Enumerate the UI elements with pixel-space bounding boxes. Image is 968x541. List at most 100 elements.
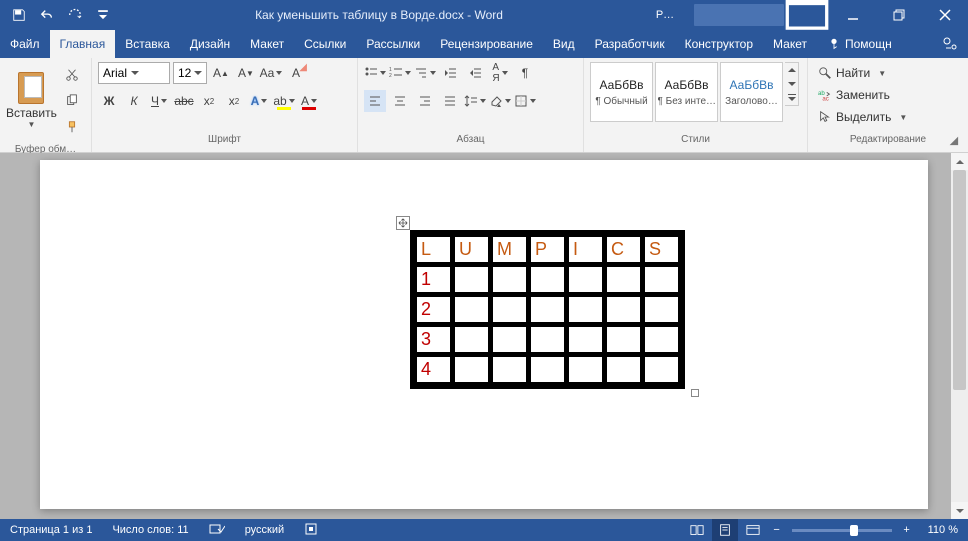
tab-view[interactable]: Вид [543,30,585,58]
table-cell[interactable] [644,356,679,383]
styles-scroll-down[interactable] [785,77,798,91]
table-cell[interactable] [644,326,679,353]
table-move-handle[interactable] [396,216,410,230]
tab-references[interactable]: Ссылки [294,30,356,58]
shrink-font-button[interactable]: A▼ [235,62,257,84]
subscript-button[interactable]: x2 [198,90,220,112]
find-button[interactable]: Найти▼ [814,62,890,84]
table-cell[interactable] [454,266,489,293]
table-row[interactable]: 3 [416,326,679,353]
table-cell[interactable]: 1 [416,266,451,293]
table-cell[interactable]: 4 [416,356,451,383]
table-header-row[interactable]: L U M P I C S [416,236,679,263]
replace-button[interactable]: abacЗаменить [814,84,894,106]
table-cell[interactable] [568,266,603,293]
table-cell[interactable] [454,296,489,323]
table-cell[interactable] [606,266,641,293]
line-spacing-button[interactable] [464,90,486,112]
table-cell[interactable] [454,356,489,383]
style-normal[interactable]: АаБбВв¶ Обычный [590,62,653,122]
style-nospacing[interactable]: АаБбВв¶ Без инте… [655,62,718,122]
zoom-slider[interactable] [792,529,892,532]
scroll-up-button[interactable] [951,153,968,170]
status-proofing-icon[interactable] [199,522,235,539]
print-layout-button[interactable] [712,519,738,541]
styles-more-button[interactable] [785,91,798,105]
tab-review[interactable]: Рецензирование [430,30,543,58]
table-cell[interactable] [568,356,603,383]
read-mode-button[interactable] [684,519,710,541]
tab-mailings[interactable]: Рассылки [356,30,430,58]
document-page[interactable]: L U M P I C S 1 2 3 4 [40,160,928,509]
tab-table-design[interactable]: Конструктор [675,30,763,58]
borders-button[interactable] [514,90,536,112]
sort-button[interactable]: АЯ [489,62,511,84]
tab-developer[interactable]: Разработчик [585,30,675,58]
underline-button[interactable]: Ч [148,90,170,112]
copy-button[interactable] [61,90,83,112]
table-cell[interactable] [606,356,641,383]
status-language[interactable]: русский [235,524,294,536]
tab-design[interactable]: Дизайн [180,30,240,58]
table-cell[interactable]: L [416,236,451,263]
format-painter-button[interactable] [61,116,83,138]
table-cell[interactable] [530,326,565,353]
table-cell[interactable] [492,266,527,293]
align-left-button[interactable] [364,90,386,112]
font-name-combo[interactable]: Arial [98,62,170,84]
table-cell[interactable] [606,296,641,323]
status-words[interactable]: Число слов: 11 [102,524,198,536]
table-cell[interactable] [644,266,679,293]
table-cell[interactable] [644,296,679,323]
select-button[interactable]: Выделить▼ [814,106,911,128]
status-macro-icon[interactable] [294,522,328,539]
tab-table-layout[interactable]: Макет [763,30,817,58]
table-cell[interactable]: P [530,236,565,263]
paste-dropdown[interactable]: ▼ [27,120,35,129]
indent-increase-button[interactable] [464,62,486,84]
font-size-combo[interactable]: 12 [173,62,207,84]
qat-customize[interactable] [90,2,116,28]
bold-button[interactable]: Ж [98,90,120,112]
paste-button[interactable]: Вставить [6,106,57,120]
zoom-out-button[interactable]: − [768,524,786,536]
table-cell[interactable]: 2 [416,296,451,323]
superscript-button[interactable]: x2 [223,90,245,112]
grow-font-button[interactable]: A▲ [210,62,232,84]
shading-button[interactable] [489,90,511,112]
table-cell[interactable]: C [606,236,641,263]
user-account[interactable]: Р… [642,0,688,30]
table-cell[interactable]: U [454,236,489,263]
tab-insert[interactable]: Вставка [115,30,180,58]
tab-layout[interactable]: Макет [240,30,294,58]
styles-scroll-up[interactable] [785,63,798,77]
justify-button[interactable] [439,90,461,112]
zoom-level[interactable]: 110 % [918,524,968,536]
table-cell[interactable] [492,356,527,383]
numbering-button[interactable]: 12 [389,62,411,84]
table-cell[interactable]: 3 [416,326,451,353]
cut-button[interactable] [61,64,83,86]
align-right-button[interactable] [414,90,436,112]
vertical-scrollbar[interactable] [951,153,968,519]
ribbon-options-button[interactable] [784,0,830,30]
table-cell[interactable] [454,326,489,353]
table-cell[interactable] [606,326,641,353]
tab-home[interactable]: Главная [50,30,116,58]
bullets-button[interactable] [364,62,386,84]
highlight-button[interactable]: ab [273,90,295,112]
undo-button[interactable] [34,2,60,28]
show-marks-button[interactable]: ¶ [514,62,536,84]
multilevel-button[interactable] [414,62,436,84]
close-button[interactable] [922,0,968,30]
share-button[interactable] [932,30,968,58]
table-row[interactable]: 2 [416,296,679,323]
style-heading1[interactable]: АаБбВвЗаголово… [720,62,783,122]
change-case-button[interactable]: Aa [260,62,282,84]
indent-decrease-button[interactable] [439,62,461,84]
table-row[interactable]: 1 [416,266,679,293]
table-cell[interactable] [530,266,565,293]
zoom-slider-thumb[interactable] [850,525,858,536]
table-cell[interactable] [530,296,565,323]
table-cell[interactable] [492,296,527,323]
